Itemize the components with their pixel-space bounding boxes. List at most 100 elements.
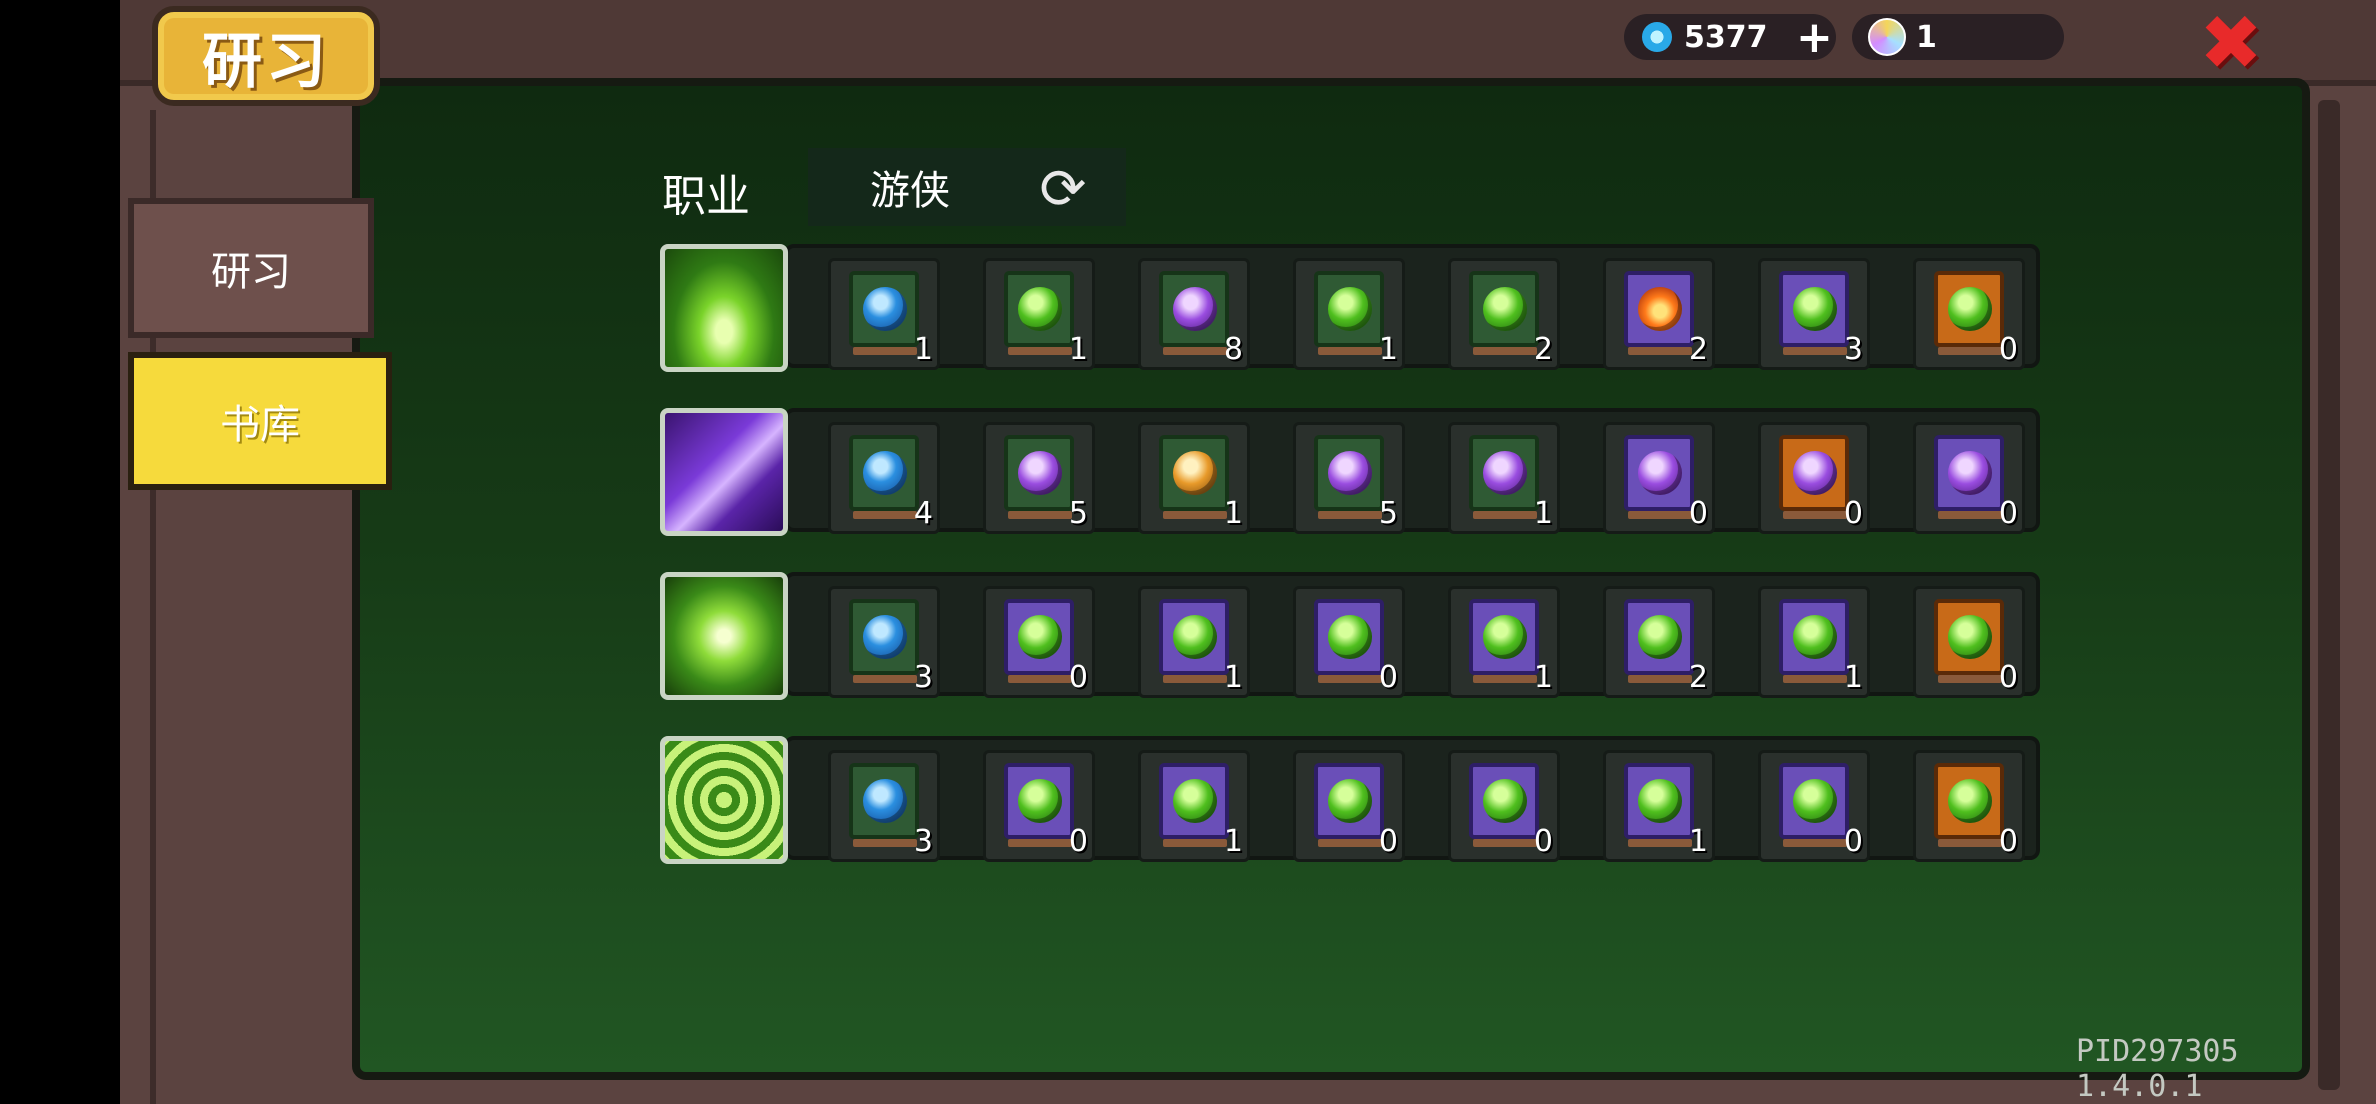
skill-book-slot[interactable]: 1	[828, 258, 940, 370]
skill-book-slot[interactable]: 0	[983, 586, 1095, 698]
tab-library[interactable]: 书库	[128, 352, 392, 490]
skill-book-card	[1934, 763, 2004, 839]
book-stand	[853, 839, 917, 847]
book-stand	[1473, 511, 1537, 519]
skill-orb-icon	[863, 287, 907, 331]
skill-orb-icon	[1793, 779, 1837, 823]
skill-book-slot[interactable]: 0	[1913, 750, 2025, 862]
skill-book-card	[1934, 435, 2004, 511]
skill-orb-icon	[1948, 451, 1992, 495]
skill-book-card	[1004, 763, 1074, 839]
skill-row: 1 1 8 1 2 2 3 0	[660, 244, 2040, 372]
green-spiral-icon[interactable]	[660, 736, 788, 864]
green-burst-icon[interactable]	[660, 244, 788, 372]
skill-orb-icon	[1793, 451, 1837, 495]
skill-book-slot[interactable]: 1	[1138, 750, 1250, 862]
class-label: 职业	[662, 171, 750, 222]
skill-book-slot[interactable]: 3	[828, 750, 940, 862]
skill-orb-icon	[1173, 779, 1217, 823]
skill-book-card	[1779, 763, 1849, 839]
skill-book-card	[1934, 271, 2004, 347]
skill-book-slot[interactable]: 3	[828, 586, 940, 698]
skill-book-slot[interactable]: 2	[1448, 258, 1560, 370]
skill-book-slot[interactable]: 0	[1913, 258, 2025, 370]
skill-book-slot[interactable]: 5	[1293, 422, 1405, 534]
skill-book-slot[interactable]: 8	[1138, 258, 1250, 370]
page-title: 研习	[152, 6, 380, 106]
book-stand	[1473, 347, 1537, 355]
add-gems-button[interactable]: +	[1796, 12, 1833, 63]
skill-book-slot[interactable]: 1	[1448, 422, 1560, 534]
skill-count: 3	[913, 824, 933, 859]
book-stand	[1938, 839, 2002, 847]
skill-book-slot[interactable]: 0	[1913, 422, 2025, 534]
skill-row: 3 0 1 0 0 1 0 0	[660, 736, 2040, 864]
skill-book-card	[1469, 599, 1539, 675]
skill-orb-icon	[863, 451, 907, 495]
skill-book-card	[1469, 271, 1539, 347]
skill-count: 2	[1533, 332, 1553, 367]
book-stand	[1783, 675, 1847, 683]
skill-count: 1	[1843, 660, 1863, 695]
scrollbar[interactable]	[2318, 100, 2340, 1090]
skill-book-slot[interactable]: 4	[828, 422, 940, 534]
skill-book-card	[1159, 763, 1229, 839]
skill-book-card	[1624, 599, 1694, 675]
gem-count: 5377	[1684, 19, 1768, 55]
skill-book-slot[interactable]: 1	[1603, 750, 1715, 862]
green-lightning-icon[interactable]	[660, 572, 788, 700]
skill-book-slot[interactable]: 3	[1758, 258, 1870, 370]
skill-book-card	[849, 271, 919, 347]
skill-book-slot[interactable]: 1	[1138, 586, 1250, 698]
skill-book-slot[interactable]: 1	[1758, 586, 1870, 698]
skill-book-slot[interactable]: 0	[1913, 586, 2025, 698]
skill-book-slot[interactable]: 2	[1603, 258, 1715, 370]
skill-book-slot[interactable]: 1	[983, 258, 1095, 370]
skill-orb-icon	[1173, 615, 1217, 659]
skill-orb-icon	[863, 779, 907, 823]
skill-count: 0	[1998, 496, 2018, 531]
version-label: PID297305 1.4.0.1	[2076, 1034, 2239, 1104]
skill-orb-icon	[1483, 451, 1527, 495]
skill-book-slot[interactable]: 0	[1758, 750, 1870, 862]
skill-orb-icon	[1173, 287, 1217, 331]
skill-book-slot[interactable]: 0	[1603, 422, 1715, 534]
skill-book-card	[1159, 271, 1229, 347]
skill-orb-icon	[1948, 615, 1992, 659]
gem-icon	[1642, 22, 1672, 52]
book-stand	[1008, 347, 1072, 355]
skill-book-slot[interactable]: 0	[1293, 750, 1405, 862]
book-stand	[1163, 839, 1227, 847]
skill-book-slot[interactable]: 0	[1293, 586, 1405, 698]
skill-count: 1	[1533, 660, 1553, 695]
skill-book-card	[1004, 435, 1074, 511]
skill-count: 0	[1688, 496, 1708, 531]
crystal-count: 1	[1916, 19, 1937, 55]
book-stand	[1938, 347, 2002, 355]
skill-book-slot[interactable]: 1	[1293, 258, 1405, 370]
skill-book-slot[interactable]: 5	[983, 422, 1095, 534]
skill-orb-icon	[1328, 615, 1372, 659]
book-stand	[1783, 839, 1847, 847]
skill-book-slot[interactable]: 1	[1448, 586, 1560, 698]
purple-slash-icon[interactable]	[660, 408, 788, 536]
skill-book-slot[interactable]: 1	[1138, 422, 1250, 534]
skill-book-slot[interactable]: 0	[1448, 750, 1560, 862]
skill-orb-icon	[1948, 779, 1992, 823]
skill-book-slot[interactable]: 0	[1758, 422, 1870, 534]
skill-book-card	[849, 435, 919, 511]
switch-class-icon[interactable]: ⟳	[1030, 162, 1096, 218]
skill-count: 8	[1223, 332, 1243, 367]
skill-book-slot[interactable]: 2	[1603, 586, 1715, 698]
skill-book-card	[1469, 435, 1539, 511]
skill-orb-icon	[1483, 779, 1527, 823]
skill-count: 1	[1688, 824, 1708, 859]
skill-book-slot[interactable]: 0	[983, 750, 1095, 862]
tab-research[interactable]: 研习	[128, 198, 374, 338]
skill-count: 1	[1068, 332, 1088, 367]
close-button[interactable]: ✖	[2196, 5, 2266, 81]
skill-orb-icon	[863, 615, 907, 659]
crystal-icon	[1868, 18, 1906, 56]
book-stand	[1473, 839, 1537, 847]
skill-orb-icon	[1638, 615, 1682, 659]
